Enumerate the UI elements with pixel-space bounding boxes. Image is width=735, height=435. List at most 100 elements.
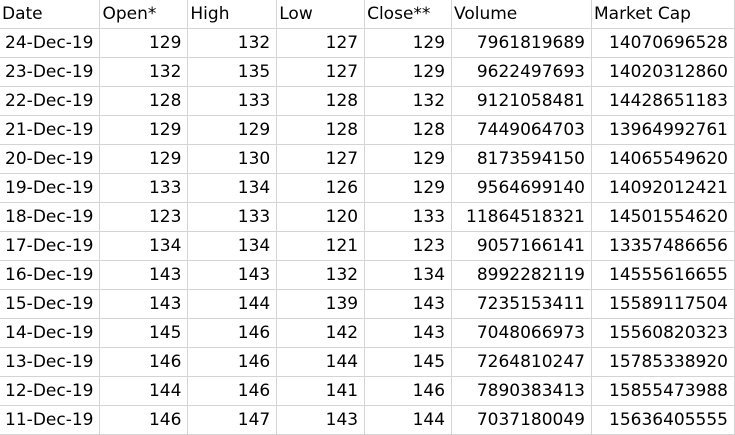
header-cell-close[interactable]: Close** bbox=[364, 0, 453, 29]
cell-volume[interactable]: 7961819689 bbox=[451, 28, 592, 58]
cell-date[interactable]: 16-Dec-19 bbox=[0, 260, 101, 290]
cell-close[interactable]: 129 bbox=[364, 173, 453, 203]
cell-open[interactable]: 132 bbox=[99, 57, 189, 87]
cell-open[interactable]: 129 bbox=[99, 115, 189, 145]
cell-close[interactable]: 132 bbox=[364, 86, 453, 116]
cell-open[interactable]: 143 bbox=[99, 289, 189, 319]
cell-high[interactable]: 146 bbox=[187, 347, 278, 377]
cell-low[interactable]: 128 bbox=[276, 86, 366, 116]
cell-market-cap[interactable]: 14020312860 bbox=[591, 57, 735, 87]
cell-market-cap[interactable]: 15636405555 bbox=[591, 405, 735, 435]
cell-open[interactable]: 146 bbox=[99, 405, 189, 435]
cell-low[interactable]: 141 bbox=[276, 376, 366, 406]
cell-market-cap[interactable]: 15855473988 bbox=[591, 376, 735, 406]
cell-open[interactable]: 145 bbox=[99, 318, 189, 348]
cell-close[interactable]: 143 bbox=[364, 318, 453, 348]
cell-date[interactable]: 12-Dec-19 bbox=[0, 376, 101, 406]
cell-date[interactable]: 24-Dec-19 bbox=[0, 28, 101, 58]
cell-date[interactable]: 20-Dec-19 bbox=[0, 144, 101, 174]
cell-high[interactable]: 133 bbox=[187, 202, 278, 232]
cell-market-cap[interactable]: 14070696528 bbox=[591, 28, 735, 58]
cell-market-cap[interactable]: 14555616655 bbox=[591, 260, 735, 290]
cell-date[interactable]: 11-Dec-19 bbox=[0, 405, 101, 435]
cell-close[interactable]: 133 bbox=[364, 202, 453, 232]
cell-date[interactable]: 15-Dec-19 bbox=[0, 289, 101, 319]
cell-date[interactable]: 14-Dec-19 bbox=[0, 318, 101, 348]
cell-market-cap[interactable]: 15589117504 bbox=[591, 289, 735, 319]
cell-market-cap[interactable]: 14501554620 bbox=[591, 202, 735, 232]
cell-low[interactable]: 127 bbox=[276, 144, 366, 174]
cell-low[interactable]: 120 bbox=[276, 202, 366, 232]
cell-high[interactable]: 146 bbox=[187, 318, 278, 348]
cell-open[interactable]: 129 bbox=[99, 28, 189, 58]
cell-low[interactable]: 121 bbox=[276, 231, 366, 261]
cell-high[interactable]: 130 bbox=[187, 144, 278, 174]
cell-close[interactable]: 144 bbox=[364, 405, 453, 435]
cell-low[interactable]: 126 bbox=[276, 173, 366, 203]
cell-close[interactable]: 128 bbox=[364, 115, 453, 145]
cell-close[interactable]: 146 bbox=[364, 376, 453, 406]
cell-market-cap[interactable]: 14065549620 bbox=[591, 144, 735, 174]
cell-volume[interactable]: 9564699140 bbox=[451, 173, 592, 203]
cell-market-cap[interactable]: 15785338920 bbox=[591, 347, 735, 377]
cell-volume[interactable]: 8992282119 bbox=[451, 260, 592, 290]
cell-low[interactable]: 127 bbox=[276, 28, 366, 58]
cell-market-cap[interactable]: 15560820323 bbox=[591, 318, 735, 348]
cell-volume[interactable]: 7235153411 bbox=[451, 289, 592, 319]
cell-date[interactable]: 18-Dec-19 bbox=[0, 202, 101, 232]
cell-open[interactable]: 143 bbox=[99, 260, 189, 290]
cell-market-cap[interactable]: 14092012421 bbox=[591, 173, 735, 203]
cell-high[interactable]: 129 bbox=[187, 115, 278, 145]
cell-open[interactable]: 133 bbox=[99, 173, 189, 203]
cell-high[interactable]: 133 bbox=[187, 86, 278, 116]
header-cell-date[interactable]: Date bbox=[0, 0, 101, 29]
cell-volume[interactable]: 7037180049 bbox=[451, 405, 592, 435]
cell-close[interactable]: 145 bbox=[364, 347, 453, 377]
cell-volume[interactable]: 9057166141 bbox=[451, 231, 592, 261]
cell-high[interactable]: 143 bbox=[187, 260, 278, 290]
cell-low[interactable]: 127 bbox=[276, 57, 366, 87]
cell-market-cap[interactable]: 13357486656 bbox=[591, 231, 735, 261]
cell-low[interactable]: 132 bbox=[276, 260, 366, 290]
cell-volume[interactable]: 11864518321 bbox=[451, 202, 592, 232]
cell-close[interactable]: 143 bbox=[364, 289, 453, 319]
header-cell-low[interactable]: Low bbox=[276, 0, 366, 29]
cell-close[interactable]: 123 bbox=[364, 231, 453, 261]
cell-close[interactable]: 129 bbox=[364, 28, 453, 58]
header-cell-open[interactable]: Open* bbox=[99, 0, 189, 29]
cell-close[interactable]: 129 bbox=[364, 57, 453, 87]
cell-open[interactable]: 144 bbox=[99, 376, 189, 406]
cell-high[interactable]: 144 bbox=[187, 289, 278, 319]
cell-market-cap[interactable]: 14428651183 bbox=[591, 86, 735, 116]
cell-high[interactable]: 146 bbox=[187, 376, 278, 406]
cell-low[interactable]: 142 bbox=[276, 318, 366, 348]
cell-open[interactable]: 134 bbox=[99, 231, 189, 261]
cell-date[interactable]: 13-Dec-19 bbox=[0, 347, 101, 377]
cell-volume[interactable]: 9121058481 bbox=[451, 86, 592, 116]
cell-date[interactable]: 23-Dec-19 bbox=[0, 57, 101, 87]
cell-high[interactable]: 134 bbox=[187, 173, 278, 203]
cell-date[interactable]: 22-Dec-19 bbox=[0, 86, 101, 116]
header-cell-market-cap[interactable]: Market Cap bbox=[591, 0, 735, 29]
cell-high[interactable]: 134 bbox=[187, 231, 278, 261]
cell-market-cap[interactable]: 13964992761 bbox=[591, 115, 735, 145]
cell-volume[interactable]: 7048066973 bbox=[451, 318, 592, 348]
cell-date[interactable]: 19-Dec-19 bbox=[0, 173, 101, 203]
cell-date[interactable]: 21-Dec-19 bbox=[0, 115, 101, 145]
cell-open[interactable]: 146 bbox=[99, 347, 189, 377]
cell-low[interactable]: 144 bbox=[276, 347, 366, 377]
cell-open[interactable]: 123 bbox=[99, 202, 189, 232]
cell-close[interactable]: 129 bbox=[364, 144, 453, 174]
cell-close[interactable]: 134 bbox=[364, 260, 453, 290]
cell-low[interactable]: 128 bbox=[276, 115, 366, 145]
cell-low[interactable]: 143 bbox=[276, 405, 366, 435]
cell-volume[interactable]: 8173594150 bbox=[451, 144, 592, 174]
cell-low[interactable]: 139 bbox=[276, 289, 366, 319]
cell-open[interactable]: 129 bbox=[99, 144, 189, 174]
cell-high[interactable]: 147 bbox=[187, 405, 278, 435]
cell-open[interactable]: 128 bbox=[99, 86, 189, 116]
cell-volume[interactable]: 7890383413 bbox=[451, 376, 592, 406]
cell-volume[interactable]: 7264810247 bbox=[451, 347, 592, 377]
header-cell-volume[interactable]: Volume bbox=[451, 0, 592, 29]
cell-high[interactable]: 132 bbox=[187, 28, 278, 58]
